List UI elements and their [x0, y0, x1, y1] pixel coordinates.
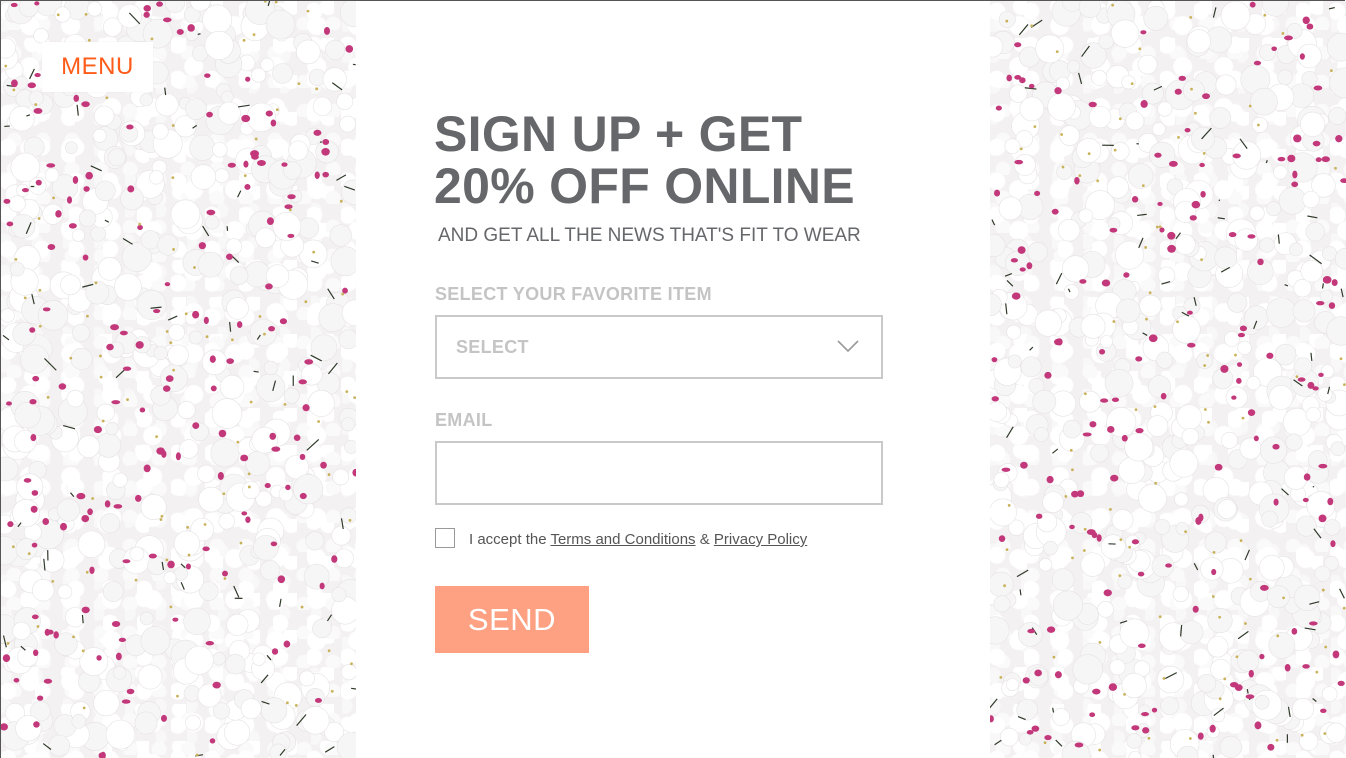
privacy-policy-link[interactable]: Privacy Policy [714, 531, 807, 548]
favorite-item-select[interactable]: SELECT [435, 315, 883, 379]
headline-line-2: 20% OFF ONLINE [434, 158, 855, 214]
accept-terms-checkbox[interactable] [435, 528, 455, 548]
orchid-background-right [990, 1, 1346, 758]
email-field[interactable] [435, 441, 883, 505]
send-button[interactable]: SEND [435, 586, 589, 653]
select-value: SELECT [456, 337, 529, 357]
consent-joiner: & [699, 531, 710, 548]
terms-link[interactable]: Terms and Conditions [550, 531, 695, 548]
orchid-flowers-image [990, 1, 1346, 758]
consent-text: I accept the Terms and Conditions & Priv… [469, 531, 807, 548]
consent-prefix: I accept the [469, 531, 547, 548]
email-label: EMAIL [435, 410, 493, 430]
orchid-background-left [1, 1, 356, 758]
headline-line-1: SIGN UP + GET [434, 106, 803, 162]
favorite-item-label: SELECT YOUR FAVORITE ITEM [435, 284, 712, 304]
chevron-down-icon [837, 340, 859, 353]
orchid-flowers-image [1, 1, 356, 758]
signup-subheadline: AND GET ALL THE NEWS THAT'S FIT TO WEAR [438, 225, 861, 246]
signup-headline: SIGN UP + GET 20% OFF ONLINE [434, 108, 904, 212]
menu-button[interactable]: MENU [42, 42, 153, 92]
